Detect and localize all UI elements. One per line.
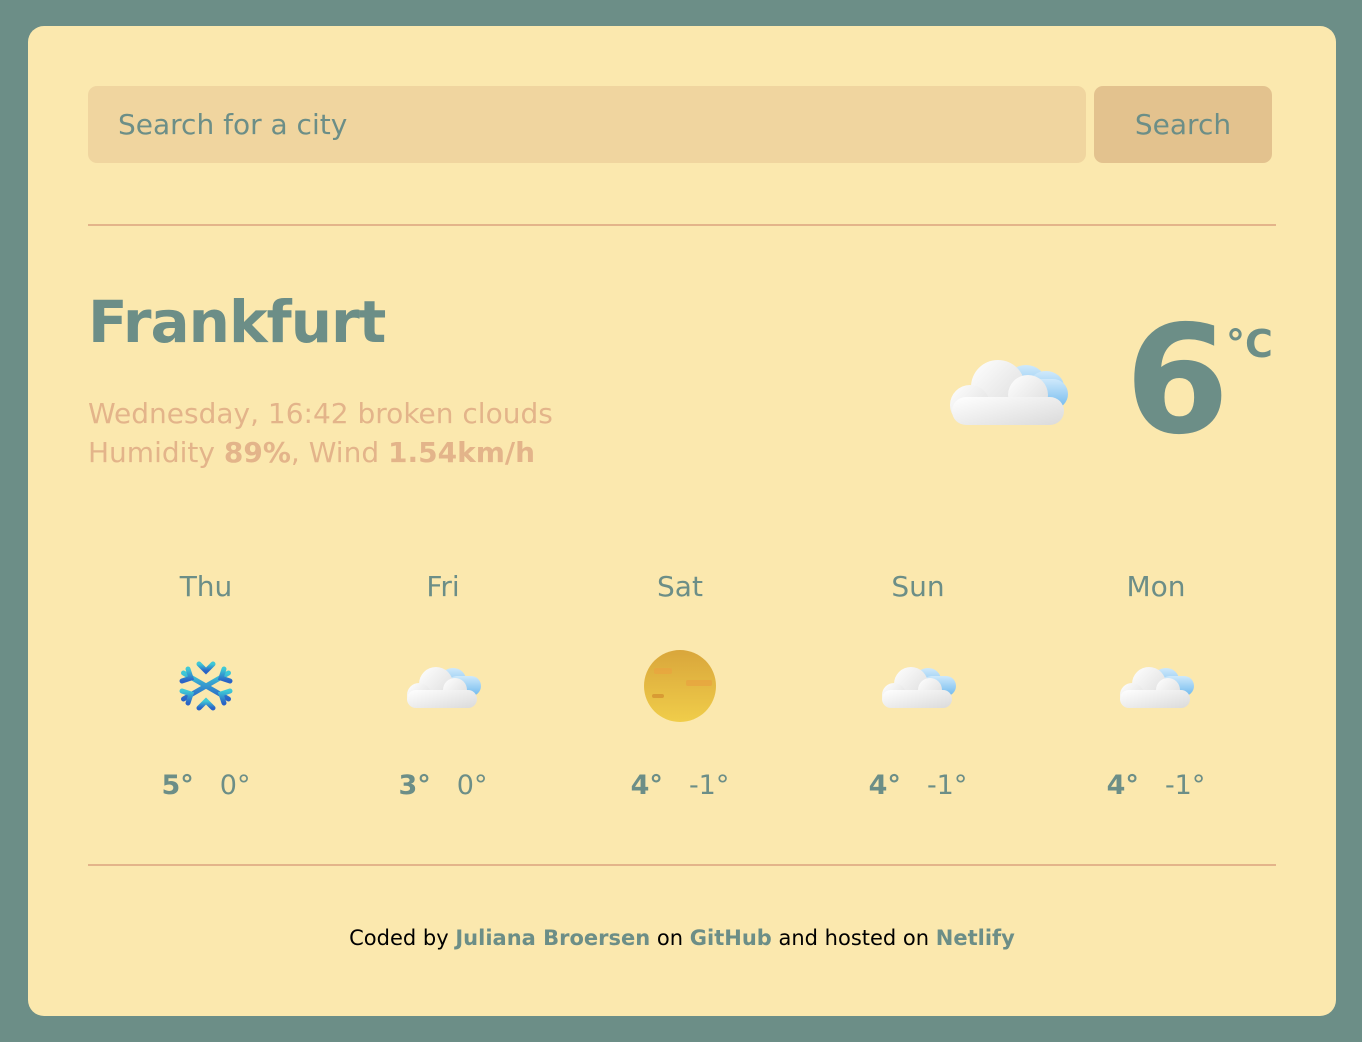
forecast-max-temp: 4°	[1106, 770, 1139, 801]
cloud-icon	[1120, 667, 1194, 708]
github-link[interactable]: GitHub	[690, 926, 772, 950]
datetime-description-line: Wednesday, 16:42 broken clouds	[88, 394, 553, 433]
humidity-value: 89%	[223, 436, 291, 469]
footer-prefix: Coded by	[349, 926, 449, 950]
forecast-max-temp: 5°	[161, 770, 194, 801]
netlify-link[interactable]: Netlify	[936, 926, 1015, 950]
forecast-temperatures: 4° -1°	[828, 770, 1008, 801]
forecast-day-name: Sat	[657, 570, 703, 603]
weather-details: Wednesday, 16:42 broken clouds Humidity …	[88, 394, 553, 472]
forecast-temperatures: 4° -1°	[1066, 770, 1246, 801]
forecast-temperatures: 3° 0°	[353, 770, 533, 801]
wind-value: 1.54km/h	[388, 436, 536, 469]
forecast-min-temp: -1°	[688, 770, 730, 801]
forecast-day-name: Fri	[426, 570, 460, 603]
humidity-label: Humidity	[88, 436, 215, 469]
wind-label: Wind	[308, 436, 380, 469]
forecast-min-temp: -1°	[1164, 770, 1206, 801]
forecast-max-temp: 3°	[398, 770, 431, 801]
search-button[interactable]: Search	[1094, 86, 1272, 163]
humidity-wind-line: Humidity 89%, Wind 1.54km/h	[88, 436, 536, 469]
search-input[interactable]	[88, 86, 1086, 163]
forecast-min-temp: 0°	[456, 770, 488, 801]
temperature-unit: °C	[1226, 322, 1273, 366]
bottom-divider	[88, 864, 1276, 866]
author-link[interactable]: Juliana Broersen	[455, 926, 650, 950]
forecast-day: Sat 4° -1°	[590, 566, 770, 806]
forecast-day: Thu 5° 0°	[116, 566, 296, 806]
haze-icon	[644, 650, 716, 722]
top-divider	[88, 224, 1276, 226]
forecast-min-temp: -1°	[926, 770, 968, 801]
snow-icon	[179, 657, 233, 715]
forecast-day-name: Sun	[891, 570, 945, 603]
forecast-day: Mon 4° -1°	[1066, 566, 1246, 806]
cloud-icon	[407, 667, 481, 708]
forecast-min-temp: 0°	[219, 770, 251, 801]
forecast-day: Fri 3° 0°	[353, 566, 533, 806]
broken-clouds-icon	[950, 360, 1068, 425]
forecast-day-name: Thu	[179, 570, 233, 603]
forecast-max-temp: 4°	[630, 770, 663, 801]
forecast-max-temp: 4°	[868, 770, 901, 801]
datetime: Wednesday, 16:42	[88, 397, 349, 430]
weather-description: broken clouds	[357, 397, 553, 430]
current-temperature: 6	[1125, 294, 1229, 468]
forecast-day: Sun 4° -1°	[828, 566, 1008, 806]
footer: Coded by Juliana Broersen on GitHub and …	[28, 926, 1336, 950]
forecast-temperatures: 5° 0°	[116, 770, 296, 801]
footer-hosted: and hosted on	[778, 926, 930, 950]
weather-card: Search Frankfurt Wednesday, 16:42 broken…	[28, 26, 1336, 1016]
cloud-icon	[882, 667, 956, 708]
footer-on: on	[656, 926, 684, 950]
forecast-temperatures: 4° -1°	[590, 770, 770, 801]
forecast-day-name: Mon	[1126, 570, 1186, 603]
city-name: Frankfurt	[88, 288, 386, 356]
